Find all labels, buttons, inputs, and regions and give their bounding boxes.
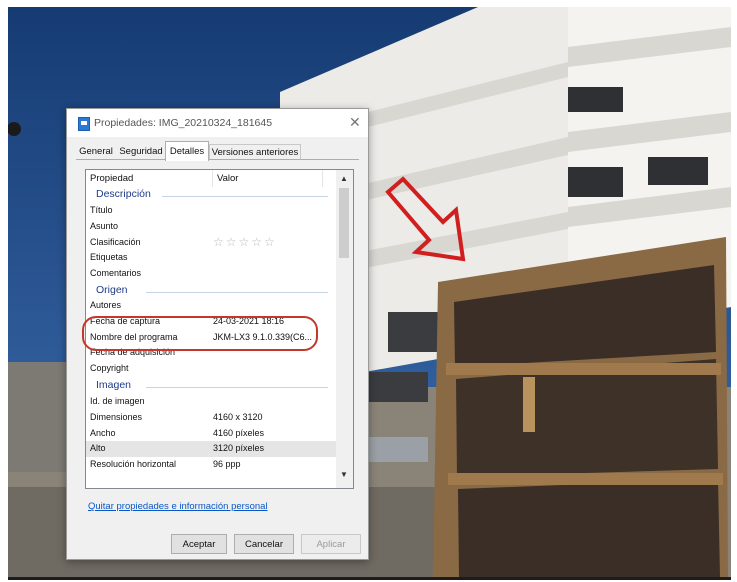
tab-versiones-anteriores[interactable]: Versiones anteriores bbox=[209, 144, 301, 160]
property-row[interactable]: Asunto bbox=[86, 219, 336, 235]
image-file-icon bbox=[78, 117, 90, 131]
property-name: Resolución horizontal bbox=[90, 459, 177, 470]
property-name: Autores bbox=[90, 300, 122, 310]
property-row[interactable]: Autores bbox=[86, 298, 336, 314]
cancel-button[interactable]: Cancelar bbox=[234, 534, 294, 554]
property-row[interactable]: Comentarios bbox=[86, 266, 336, 282]
property-name: Dimensiones bbox=[90, 411, 143, 422]
property-row[interactable]: Resolución horizontal 96 ppp bbox=[86, 457, 336, 473]
tab-seguridad[interactable]: Seguridad bbox=[117, 144, 165, 159]
rating-stars[interactable]: ☆☆☆☆☆ bbox=[213, 235, 277, 251]
property-name: Asunto bbox=[90, 220, 119, 231]
accept-button[interactable]: Aceptar bbox=[171, 534, 227, 554]
group-descripcion: Descripción bbox=[96, 188, 151, 200]
property-value: 4160 x 3120 bbox=[213, 411, 263, 422]
property-name: Clasificación bbox=[90, 236, 141, 247]
scroll-up-icon[interactable]: ▲ bbox=[340, 174, 348, 183]
close-icon[interactable]: ✕ bbox=[349, 114, 361, 131]
property-name: Etiquetas bbox=[90, 252, 128, 263]
group-divider bbox=[162, 196, 328, 197]
column-header-property[interactable]: Propiedad bbox=[86, 170, 213, 187]
property-row-selected[interactable]: Alto 3120 píxeles bbox=[86, 441, 336, 458]
property-row[interactable]: Copyright bbox=[86, 361, 336, 377]
vertical-scrollbar[interactable]: ▲ ▼ bbox=[336, 170, 353, 488]
property-name: Título bbox=[90, 205, 113, 215]
group-imagen: Imagen bbox=[96, 379, 132, 391]
property-name: Ancho bbox=[90, 427, 116, 438]
scroll-thumb[interactable] bbox=[339, 188, 349, 258]
apply-button[interactable]: Aplicar bbox=[301, 534, 361, 554]
group-divider bbox=[146, 387, 328, 388]
property-value: 96 ppp bbox=[213, 459, 241, 470]
property-row[interactable]: Clasificación ☆☆☆☆☆ bbox=[86, 235, 336, 251]
scroll-down-icon[interactable]: ▼ bbox=[340, 470, 348, 479]
property-value: 4160 píxeles bbox=[213, 427, 265, 438]
property-row[interactable]: Id. de imagen bbox=[86, 394, 336, 410]
highlight-oval bbox=[82, 316, 318, 351]
group-divider bbox=[146, 292, 328, 293]
column-header-value[interactable]: Valor bbox=[213, 170, 323, 187]
tab-detalles[interactable]: Detalles bbox=[165, 141, 209, 161]
property-value: 3120 píxeles bbox=[213, 443, 265, 454]
title-bar: Propiedades: IMG_20210324_181645 ✕ bbox=[67, 109, 368, 137]
property-row[interactable]: Ancho 4160 píxeles bbox=[86, 426, 336, 442]
property-name: Copyright bbox=[90, 363, 129, 374]
property-row[interactable]: Etiquetas bbox=[86, 250, 336, 266]
tab-divider bbox=[76, 159, 359, 160]
property-row[interactable]: Dimensiones 4160 x 3120 bbox=[86, 410, 336, 426]
property-row[interactable]: Título bbox=[86, 203, 336, 219]
property-name: Id. de imagen bbox=[90, 396, 145, 406]
group-origen: Origen bbox=[96, 284, 128, 296]
remove-properties-link[interactable]: Quitar propiedades e información persona… bbox=[88, 501, 268, 512]
tab-general[interactable]: General bbox=[77, 144, 115, 159]
property-name: Comentarios bbox=[90, 268, 142, 279]
property-name: Alto bbox=[90, 443, 106, 454]
dialog-title: Propiedades: IMG_20210324_181645 bbox=[94, 117, 273, 129]
